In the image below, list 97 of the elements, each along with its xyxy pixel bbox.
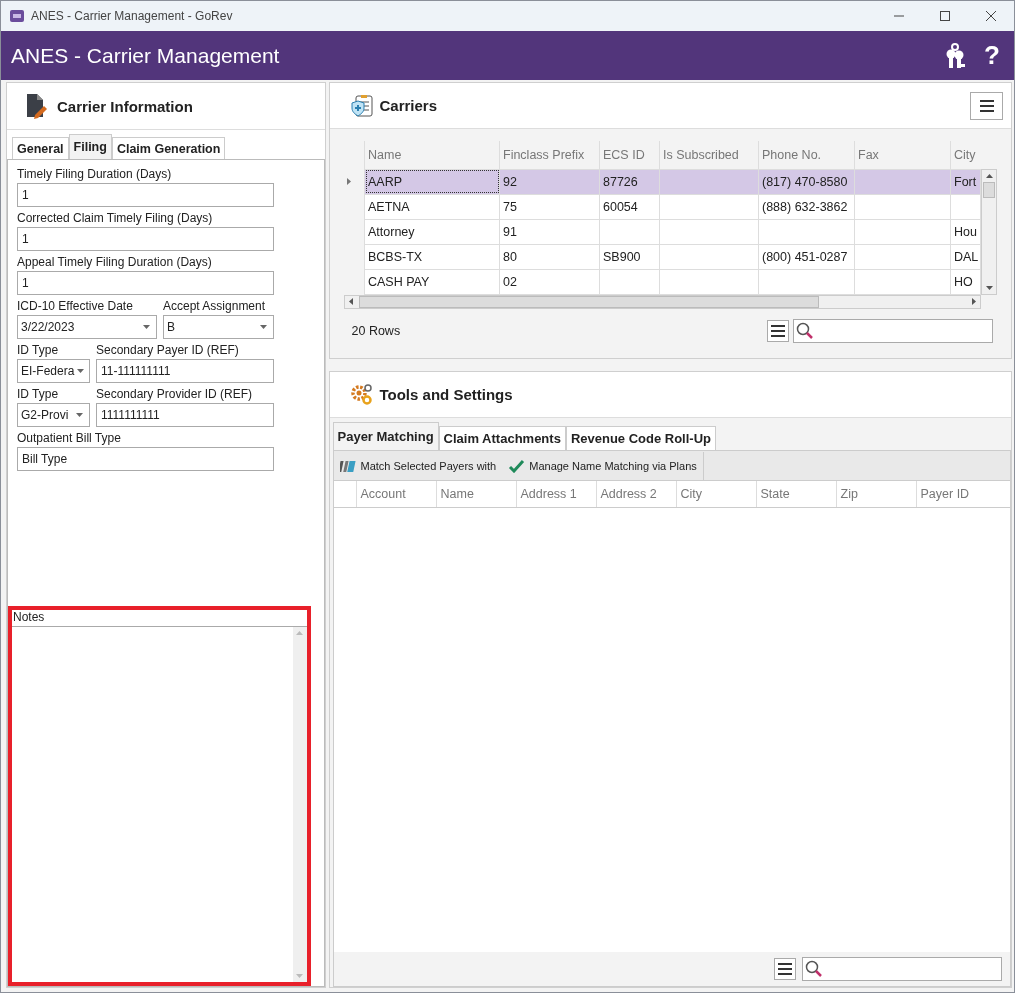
table-cell: 80 <box>499 244 600 269</box>
scroll-up-icon <box>296 631 303 635</box>
keys-icon <box>944 42 966 69</box>
panel-title: Carriers <box>379 97 438 114</box>
checkmark-icon <box>508 458 526 473</box>
table-cell: 92 <box>499 169 600 194</box>
scroll-thumb[interactable] <box>983 182 995 198</box>
field-label: Secondary Provider ID (REF) <box>96 387 254 401</box>
menu-button[interactable] <box>970 91 1003 120</box>
menu-icon <box>771 325 785 338</box>
table-row[interactable]: AARP 92 87726 (817) 470-8580 Fort <box>343 169 981 194</box>
menu-button[interactable] <box>774 958 796 980</box>
input-field[interactable]: 1 <box>17 227 274 251</box>
panel-title: Carrier Information <box>57 97 193 115</box>
table-row[interactable]: AETNA 75 60054 (888) 632-3862 <box>343 194 981 219</box>
table-cell: 87726 <box>599 169 660 194</box>
dropdown[interactable]: B <box>163 315 274 339</box>
scrollbar[interactable] <box>981 169 997 295</box>
window-title: ANES - Carrier Management - GoRev <box>31 9 233 23</box>
scroll-up-icon <box>985 174 993 178</box>
field-label: Accept Assignment <box>163 299 267 313</box>
caret-icon <box>77 369 85 373</box>
gears-icon <box>349 382 374 407</box>
row-count: 20 Rows <box>351 324 401 339</box>
scrollbar[interactable] <box>292 627 307 982</box>
tab[interactable]: Filing <box>68 134 112 159</box>
table-cell: AARP <box>364 169 500 194</box>
books-icon <box>339 458 357 473</box>
tab[interactable]: Payer Matching <box>332 422 439 450</box>
table-cell: (800) 451-0287 <box>758 244 855 269</box>
tab[interactable]: General <box>12 137 69 159</box>
caret-icon <box>260 325 267 329</box>
menu-button[interactable] <box>767 320 789 343</box>
input-field[interactable]: 1111111111 <box>96 403 274 427</box>
scroll-down-icon <box>296 974 303 978</box>
page-title: ANES - Carrier Management <box>11 43 280 68</box>
maximize-icon <box>939 10 951 22</box>
input-field[interactable]: Bill Type <box>17 447 274 471</box>
table-cell: Attorney <box>364 219 500 244</box>
table-cell: Fort <box>950 169 981 194</box>
caret-icon <box>143 325 150 329</box>
column-header[interactable]: Name <box>435 481 516 507</box>
dropdown[interactable]: EI-Federa <box>17 359 90 383</box>
menu-icon <box>778 963 792 975</box>
table-cell: 02 <box>499 269 600 294</box>
input-field[interactable]: 11-111111111 <box>96 359 274 383</box>
tab[interactable]: Claim Generation <box>111 137 226 159</box>
menu-icon <box>979 99 994 112</box>
close-icon <box>985 10 997 22</box>
column-header[interactable]: Zip <box>835 481 916 507</box>
field-label: Timely Filing Duration (Days) <box>17 167 173 181</box>
date-picker[interactable]: 3/22/2023 <box>17 315 157 339</box>
table-cell: (888) 632-3862 <box>758 194 855 219</box>
column-header[interactable]: City <box>675 481 756 507</box>
row-pointer-icon <box>346 178 351 185</box>
input-field[interactable]: 1 <box>17 183 274 207</box>
help-button[interactable]: ? <box>980 40 1004 71</box>
table-cell: (817) 470-8580 <box>758 169 855 194</box>
table-cell: 91 <box>499 219 600 244</box>
table-row[interactable]: Attorney 91 Hou <box>343 219 981 244</box>
field-label: ICD-10 Effective Date <box>17 299 134 313</box>
table-cell: BCBS-TX <box>364 244 500 269</box>
scroll-thumb[interactable] <box>358 295 819 308</box>
search-field[interactable] <box>793 319 993 344</box>
search-icon <box>805 960 823 978</box>
table-cell: 75 <box>499 194 600 219</box>
tab[interactable]: Revenue Code Roll-Up <box>565 426 716 450</box>
column-header[interactable]: State <box>755 481 836 507</box>
field-label: Corrected Claim Timely Filing (Days) <box>17 211 214 225</box>
caret-icon <box>76 413 83 417</box>
field-label: Secondary Payer ID (REF) <box>96 343 240 357</box>
toolbar-button[interactable]: Match Selected Payers with <box>339 451 503 480</box>
scroll-right-icon <box>971 298 976 305</box>
field-label: Outpatient Bill Type <box>17 431 122 445</box>
table-cell: CASH PAY <box>364 269 500 294</box>
tab[interactable]: Claim Attachments <box>438 426 566 450</box>
shield-clipboard-icon <box>349 93 374 118</box>
field-label: ID Type <box>17 343 60 357</box>
table-cell: AETNA <box>364 194 500 219</box>
field-label: Appeal Timely Filing Duration (Days) <box>17 255 213 269</box>
search-icon <box>796 322 814 341</box>
column-header[interactable]: Account <box>355 481 436 507</box>
field-label: ID Type <box>17 387 60 401</box>
scroll-left-icon <box>348 298 353 305</box>
column-header[interactable]: Payer ID <box>915 481 996 507</box>
input-field[interactable]: 1 <box>17 271 274 295</box>
keys-button[interactable] <box>944 42 966 69</box>
table-row[interactable]: CASH PAY 02 HO <box>343 269 981 294</box>
toolbar-button[interactable]: Manage Name Matching via Plans <box>502 451 704 480</box>
search-field[interactable] <box>802 957 1002 981</box>
dropdown[interactable]: G2-Provi <box>17 403 90 427</box>
scroll-down-icon <box>985 285 993 290</box>
app-icon <box>9 8 25 24</box>
column-header[interactable]: Address 2 <box>595 481 676 507</box>
column-header[interactable]: Address 1 <box>515 481 596 507</box>
panel-title: Tools and Settings <box>379 386 513 403</box>
table-row[interactable]: BCBS-TX 80 SB900 (800) 451-0287 DAL <box>343 244 981 269</box>
